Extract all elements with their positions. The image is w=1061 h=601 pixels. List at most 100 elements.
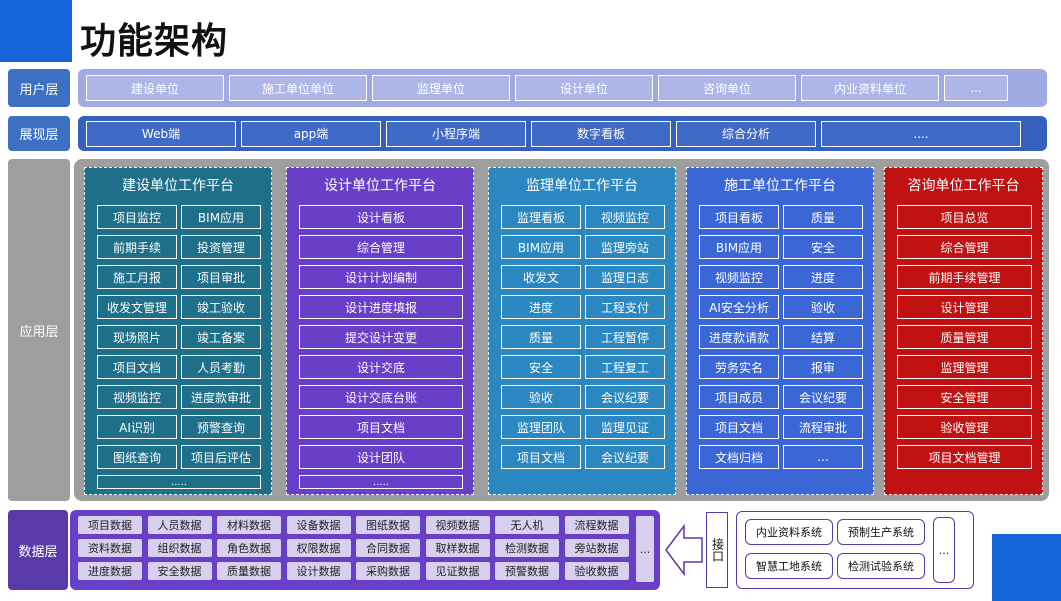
platform-item: 项目成员: [699, 385, 779, 409]
platform-item: 进度款请款: [699, 325, 779, 349]
platform-item: 监理旁站: [585, 235, 665, 259]
platform-more: .....: [97, 475, 261, 489]
data-item: 安全数据: [147, 562, 212, 580]
display-layer-item: ....: [821, 120, 1021, 147]
layer-label-application: 应用层: [8, 159, 70, 501]
platform-item: 工程复工: [585, 355, 665, 379]
user-layer-item: 咨询单位: [658, 75, 796, 101]
data-item: 旁站数据: [564, 539, 629, 557]
platform-item: 质量管理: [897, 325, 1032, 349]
data-item: 无人机: [495, 516, 559, 534]
platform-item: 提交设计变更: [299, 325, 463, 349]
platform-item: 竣工验收: [181, 295, 261, 319]
platform-panel: 施工单位工作平台 项目看板 质量 BIM应用 安全 视频监控 进度 AI安全分析 验收 进度款请款…: [686, 167, 874, 495]
data-layer-more: ...: [636, 516, 654, 582]
platform-more: .....: [299, 475, 463, 489]
platform-item: 质量: [783, 205, 863, 229]
platform-item: 报审: [783, 355, 863, 379]
platform-item: 收发文: [501, 265, 581, 289]
platform-item: 综合管理: [897, 235, 1032, 259]
platform-item: 预警查询: [181, 415, 261, 439]
platform-item: 前期手续: [97, 235, 177, 259]
display-layer-item: 小程序端: [386, 120, 526, 147]
layer-label-user: 用户层: [8, 69, 70, 107]
external-systems-box: 内业资料系统 预制生产系统 智慧工地系统 检测试验系统 ...: [736, 511, 974, 589]
platform-item: 监理团队: [501, 415, 581, 439]
platform-item: 文档归档: [699, 445, 779, 469]
platform-item: 现场照片: [97, 325, 177, 349]
data-item: 验收数据: [564, 562, 629, 580]
platform-item: 人员考勤: [181, 355, 261, 379]
system-item: 预制生产系统: [837, 519, 925, 545]
platform-item: 项目文档: [699, 415, 779, 439]
platform-item: 项目监控: [97, 205, 177, 229]
platform-title: 建设单位工作平台: [122, 178, 234, 194]
platform-item: 验收: [501, 385, 581, 409]
platform-item: 监理管理: [897, 355, 1032, 379]
display-layer-item: app端: [241, 120, 381, 147]
platform-item: 会议纪要: [585, 385, 665, 409]
platform-item: 视频监控: [699, 265, 779, 289]
platform-title: 施工单位工作平台: [724, 178, 836, 194]
data-layer-row: ... 项目数据 人员数据 材料数据 设备数据 图纸数据 视频数据 无人机 流程数据 资料数据组…: [70, 510, 660, 590]
platform-item: 设计交底: [299, 355, 463, 379]
data-item: 人员数据: [147, 516, 212, 534]
platform-title: 设计单位工作平台: [324, 178, 436, 194]
system-more: ...: [933, 517, 955, 583]
user-layer-item: ...: [944, 75, 1008, 101]
platform-item: ...: [783, 445, 863, 469]
platform-item: 安全: [501, 355, 581, 379]
corner-accent-bottom-right: [992, 534, 1061, 601]
platform-item: 项目总览: [897, 205, 1032, 229]
platform-item: 前期手续管理: [897, 265, 1032, 289]
page-title: 功能架构: [80, 21, 229, 62]
platform-item: 劳务实名: [699, 355, 779, 379]
platform-item: 进度: [783, 265, 863, 289]
layer-label-data: 数据层: [8, 510, 68, 590]
platform-item: 项目文档: [299, 415, 463, 439]
data-item: 组织数据: [147, 539, 212, 557]
platform-item: 结算: [783, 325, 863, 349]
platform-item: BIM应用: [501, 235, 581, 259]
platform-panel: 设计单位工作平台 设计看板 综合管理 设计计划编制 设计进度填报 提交设计变更 设计交底 设计…: [286, 167, 474, 495]
data-item: 见证数据: [425, 562, 490, 580]
system-item: 检测试验系统: [837, 553, 925, 579]
display-layer-item: 数字看板: [531, 120, 671, 147]
display-layer-item: 综合分析: [676, 120, 816, 147]
platform-item: 会议纪要: [585, 445, 665, 469]
platform-item: 质量: [501, 325, 581, 349]
left-arrow-icon: [665, 523, 703, 577]
platform-item: 竣工备案: [181, 325, 261, 349]
data-item: 权限数据: [286, 539, 351, 557]
platform-item: 工程暂停: [585, 325, 665, 349]
platform-item: 投资管理: [181, 235, 261, 259]
user-layer-row: 建设单位 施工单位单位 监理单位 设计单位 咨询单位 内业资料单位 ...: [78, 69, 1047, 107]
user-layer-item: 建设单位: [86, 75, 224, 101]
platform-item: 安全: [783, 235, 863, 259]
display-layer-item: Web端: [86, 120, 236, 147]
interface-label: 接口: [706, 512, 728, 588]
system-item: 智慧工地系统: [745, 553, 833, 579]
platform-item: AI识别: [97, 415, 177, 439]
user-layer-item: 内业资料单位: [801, 75, 939, 101]
system-item: 内业资料系统: [745, 519, 833, 545]
data-item: 进度数据: [78, 562, 142, 580]
platform-panel: 咨询单位工作平台 项目总览 综合管理 前期手续管理 设计管理 质量管理 监理管理 安全管理 验收…: [884, 167, 1043, 495]
data-item: 合同数据: [356, 539, 420, 557]
data-item: 检测数据: [495, 539, 559, 557]
data-item: 视频数据: [425, 516, 490, 534]
data-item: 材料数据: [217, 516, 281, 534]
platform-panel: 监理单位工作平台 监理看板 视频监控 BIM应用 监理旁站 收发文 监理日志 进度 工程支付 质量…: [488, 167, 676, 495]
platform-item: 安全管理: [897, 385, 1032, 409]
data-item: 质量数据: [217, 562, 281, 580]
platform-item: 监理看板: [501, 205, 581, 229]
interface-text: 接口: [710, 538, 725, 562]
platform-item: 监理见证: [585, 415, 665, 439]
platform-title: 咨询单位工作平台: [907, 178, 1020, 194]
platform-item: 视频监控: [97, 385, 177, 409]
platform-item: 视频监控: [585, 205, 665, 229]
platform-item: 综合管理: [299, 235, 463, 259]
platform-item: 验收: [783, 295, 863, 319]
platform-item: 设计进度填报: [299, 295, 463, 319]
platform-item: 流程审批: [783, 415, 863, 439]
